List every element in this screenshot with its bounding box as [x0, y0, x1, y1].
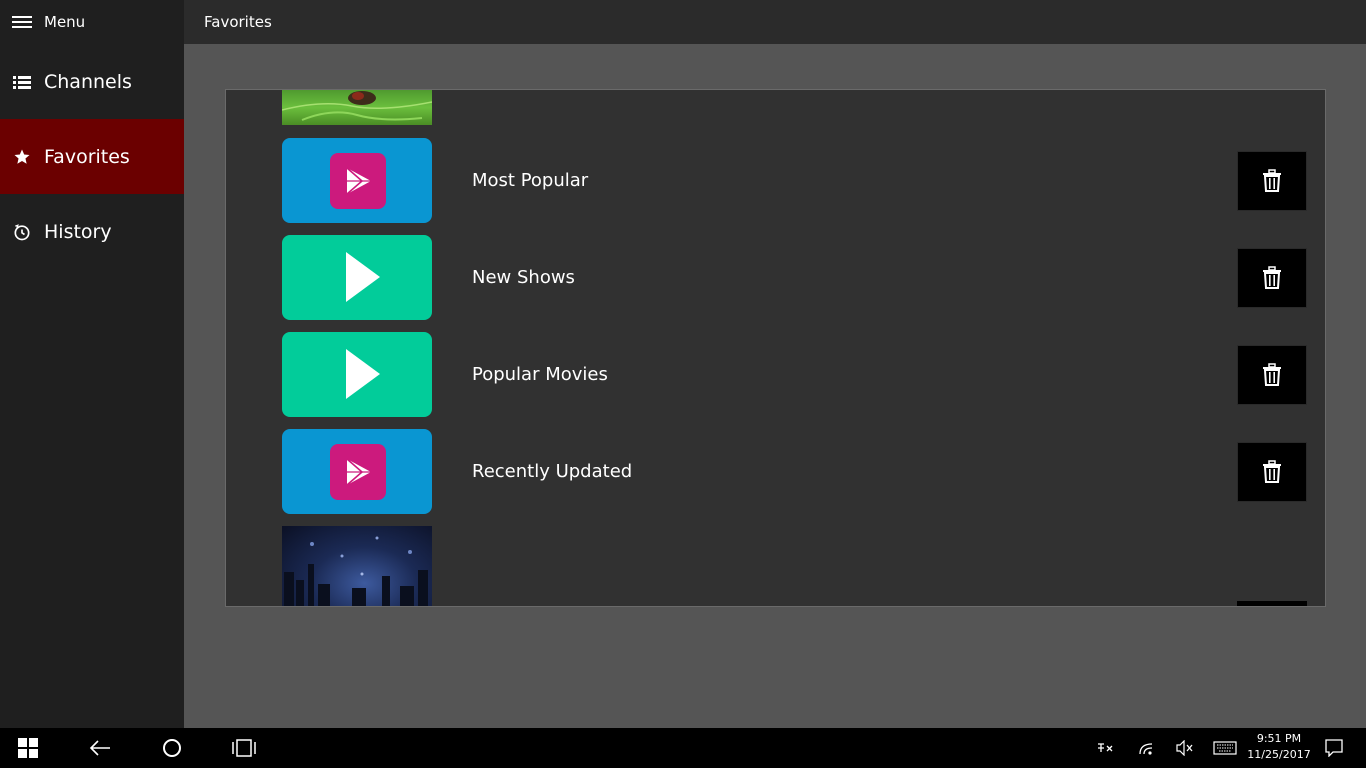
network-button[interactable] [1132, 728, 1162, 768]
notifications-icon [1325, 739, 1343, 757]
keyboard-language-icon [1098, 743, 1113, 752]
list-icon [12, 72, 32, 92]
delete-button[interactable] [1237, 248, 1307, 308]
input-indicator[interactable] [1090, 728, 1120, 768]
play-icon [346, 252, 380, 302]
partial-thumbnail-top[interactable] [281, 90, 433, 125]
list-item[interactable]: Recently Updated [226, 429, 1325, 514]
content-area: Most Popular New Shows Popular Movies Re… [184, 44, 1366, 728]
partial-thumbnail-bottom[interactable] [282, 526, 432, 606]
list-item[interactable]: New Shows [226, 235, 1325, 320]
volume-muted-icon [1176, 740, 1193, 756]
thumbnail[interactable] [282, 235, 432, 320]
list-item[interactable]: Popular Movies [226, 332, 1325, 417]
trash-icon [1263, 363, 1281, 386]
windows-logo-icon [18, 738, 38, 758]
sidebar-item-history[interactable]: History [0, 194, 184, 269]
sidebar-item-favorites[interactable]: Favorites [0, 119, 184, 194]
thumbnail[interactable] [282, 332, 432, 417]
delete-button[interactable] [1237, 442, 1307, 502]
taskbar: 9:51 PM 11/25/2017 [0, 728, 1366, 768]
menu-button[interactable]: Menu [0, 0, 184, 44]
history-icon [12, 222, 32, 242]
delete-button-partial[interactable] [1237, 601, 1307, 606]
delete-button[interactable] [1237, 345, 1307, 405]
trash-icon [1263, 169, 1281, 192]
play-app-icon [330, 444, 386, 500]
list-item-label: Popular Movies [472, 364, 608, 385]
touch-keyboard-button[interactable] [1210, 728, 1240, 768]
hamburger-icon [12, 15, 32, 29]
play-app-icon [330, 153, 386, 209]
play-icon [346, 349, 380, 399]
back-arrow-icon [89, 740, 110, 756]
clock[interactable]: 9:51 PM 11/25/2017 [1244, 731, 1314, 763]
task-view-icon [232, 739, 256, 757]
clock-time: 9:51 PM [1256, 732, 1302, 745]
thumbnail[interactable] [282, 138, 432, 223]
volume-button[interactable] [1170, 728, 1200, 768]
cortana-button[interactable] [144, 728, 200, 768]
task-view-button[interactable] [216, 728, 272, 768]
delete-button[interactable] [1237, 151, 1307, 211]
sidebar-item-channels[interactable]: Channels [0, 44, 184, 119]
menu-label: Menu [44, 13, 86, 31]
list-item-label: New Shows [472, 267, 575, 288]
list-item[interactable]: Most Popular [226, 138, 1325, 223]
back-button[interactable] [72, 728, 128, 768]
sidebar: Menu Channels Favorites History [0, 0, 184, 728]
cortana-icon [163, 739, 181, 757]
title-bar: Favorites [184, 0, 1366, 44]
trash-icon [1263, 266, 1281, 289]
sidebar-item-label: Favorites [44, 145, 130, 168]
trash-icon [1263, 460, 1281, 483]
page-title: Favorites [204, 13, 272, 31]
star-icon [12, 147, 32, 167]
list-item-label: Recently Updated [472, 461, 633, 482]
sidebar-item-label: Channels [44, 70, 132, 93]
keyboard-icon [1213, 741, 1237, 755]
wifi-icon [1139, 743, 1153, 755]
start-button[interactable] [0, 728, 56, 768]
favorites-list[interactable]: Most Popular New Shows Popular Movies Re… [225, 89, 1326, 607]
action-center-button[interactable] [1319, 728, 1349, 768]
clock-date: 11/25/2017 [1247, 748, 1311, 761]
list-item-label: Most Popular [472, 170, 589, 191]
thumbnail[interactable] [282, 429, 432, 514]
sidebar-item-label: History [44, 220, 112, 243]
